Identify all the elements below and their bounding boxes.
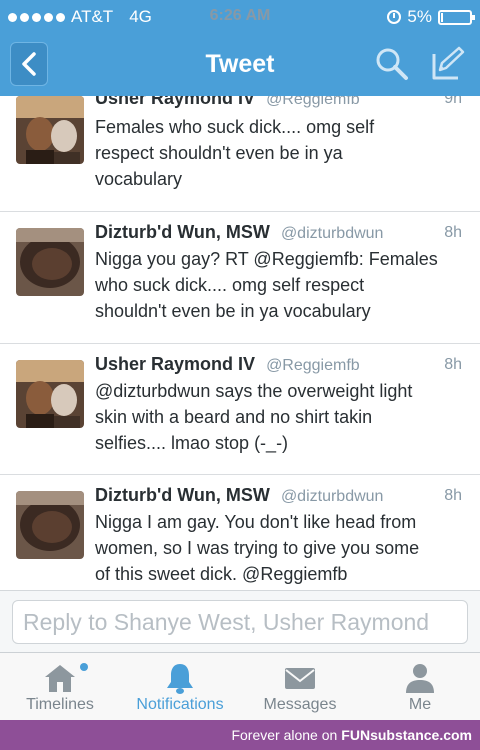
watermark-text: Forever alone on — [231, 727, 338, 743]
tweet-header: Dizturb'd Wun, MSW @dizturbdwun — [95, 485, 383, 506]
watermark-bar: Forever alone on FUNsubstance.com — [0, 720, 480, 750]
tweet-text: @dizturbdwun says the overweight light s… — [95, 378, 465, 456]
tab-messages[interactable]: Messages — [240, 653, 360, 721]
tweet-header: Usher Raymond IV @Reggiemfb — [95, 96, 360, 109]
search-icon[interactable] — [374, 46, 410, 82]
author-handle[interactable]: @dizturbdwun — [281, 225, 384, 242]
reply-bar: Reply to Shanye West, Usher Raymond — [0, 590, 480, 652]
tweet-time: 8h — [444, 487, 462, 504]
tweet-text-line: of this sweet dick. @Reggiemfb — [95, 564, 348, 584]
watermark-brand: FUNsubstance.com — [341, 727, 472, 743]
tweet-header: Usher Raymond IV @Reggiemfb — [95, 354, 360, 375]
tweet-item[interactable]: Dizturb'd Wun, MSW @dizturbdwun 8h Nigga… — [0, 212, 480, 344]
tab-me[interactable]: Me — [360, 653, 480, 721]
nav-bar: Tweet — [0, 34, 480, 96]
status-bar: AT&T 4G 6:26 AM 5% — [0, 0, 480, 34]
battery-icon — [438, 9, 475, 25]
tweet-text: Nigga I am gay. You don't like head from… — [95, 509, 465, 587]
tweet-text-line: shouldn't even be in ya vocabulary — [95, 301, 371, 321]
tweet-item[interactable]: Usher Raymond IV @Reggiemfb 9h Females w… — [0, 96, 480, 212]
avatar[interactable] — [16, 491, 84, 559]
tweet-time: 9h — [444, 96, 462, 107]
tab-label: Messages — [263, 696, 337, 713]
tweet-text-line: Females who suck dick.... omg self — [95, 117, 375, 137]
tweet-text-line: who suck dick.... omg self respect — [95, 275, 365, 295]
tweet-time: 8h — [444, 224, 462, 241]
person-icon — [406, 664, 434, 693]
tab-notifications[interactable]: Notifications — [120, 653, 240, 721]
author-name[interactable]: Dizturb'd Wun, MSW — [95, 222, 270, 242]
tweet-item[interactable]: Dizturb'd Wun, MSW @dizturbdwun 8h Nigga… — [0, 475, 480, 590]
tab-bar: Timelines Notifications Messages Me — [0, 652, 480, 720]
tab-label: Me — [408, 696, 432, 713]
avatar[interactable] — [16, 228, 84, 296]
status-right-group: 5% — [387, 7, 475, 27]
tweet-item[interactable]: Usher Raymond IV @Reggiemfb 8h @dizturbd… — [0, 344, 480, 475]
compose-icon[interactable] — [428, 44, 466, 82]
tweet-time: 8h — [444, 356, 462, 373]
tab-label: Notifications — [136, 696, 224, 713]
tweet-text-line: Nigga I am gay. You don't like head from — [95, 512, 417, 532]
reply-input[interactable]: Reply to Shanye West, Usher Raymond — [12, 600, 468, 644]
author-name[interactable]: Dizturb'd Wun, MSW — [95, 485, 270, 505]
tweet-timeline[interactable]: Usher Raymond IV @Reggiemfb 9h Females w… — [0, 96, 480, 590]
tweet-text-line: Nigga you gay? RT @Reggiemfb: Females — [95, 249, 438, 269]
author-handle[interactable]: @dizturbdwun — [281, 488, 384, 505]
tweet-text-line: vocabulary — [95, 169, 183, 189]
battery-percent: 5% — [407, 7, 432, 26]
bell-icon — [167, 664, 193, 694]
tweet-text: Nigga you gay? RT @Reggiemfb: Females wh… — [95, 246, 465, 324]
alarm-icon — [387, 10, 402, 24]
tweet-header: Dizturb'd Wun, MSW @dizturbdwun — [95, 222, 383, 243]
tweet-text-line: respect shouldn't even be in ya — [95, 143, 343, 163]
tab-timelines[interactable]: Timelines — [0, 653, 120, 721]
author-name[interactable]: Usher Raymond IV — [95, 354, 255, 374]
author-name[interactable]: Usher Raymond IV — [95, 96, 255, 108]
avatar[interactable] — [16, 96, 84, 164]
author-handle[interactable]: @Reggiemfb — [266, 357, 360, 374]
avatar[interactable] — [16, 360, 84, 428]
tweet-text-line: selfies.... lmao stop (-_-) — [95, 433, 289, 453]
unread-dot — [80, 663, 88, 671]
tweet-text-line: skin with a beard and no shirt takin — [95, 407, 373, 427]
envelope-icon — [285, 668, 315, 689]
tweet-text: Females who suck dick.... omg self respe… — [95, 114, 465, 192]
author-handle[interactable]: @Reggiemfb — [266, 96, 360, 108]
tweet-text-line: women, so I was trying to give you some — [95, 538, 420, 558]
home-icon — [45, 665, 75, 692]
tweet-text-line: @dizturbdwun says the overweight light — [95, 381, 413, 401]
tab-label: Timelines — [26, 696, 94, 713]
